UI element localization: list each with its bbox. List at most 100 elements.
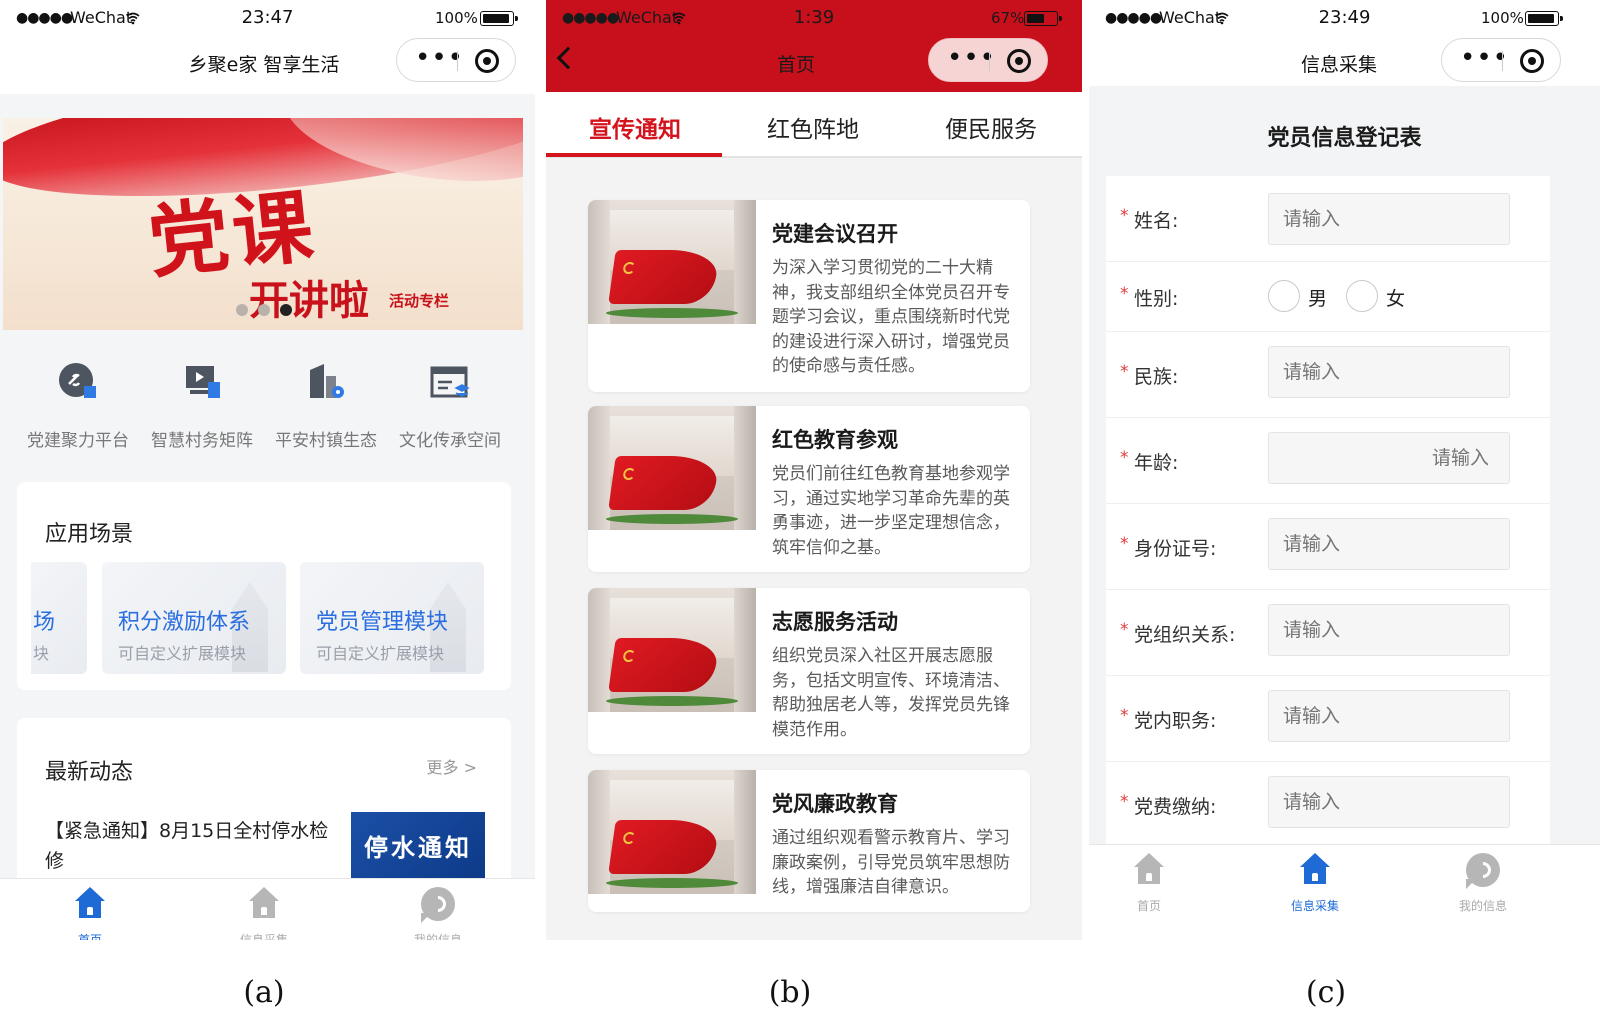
tab-info-collect[interactable]: 信息采集 bbox=[1255, 853, 1375, 914]
form-row-party-org: * 党组织关系: bbox=[1106, 590, 1550, 676]
quick-link-party-platform[interactable]: 党建聚力平台 bbox=[16, 360, 140, 451]
battery-icon bbox=[1525, 11, 1563, 26]
required-mark: * bbox=[1120, 534, 1129, 554]
scene-title: 积分激励体系 bbox=[118, 610, 251, 635]
mini-program-capsule: ••• bbox=[396, 38, 516, 82]
scene-card-points[interactable]: 积分激励体系 可自定义扩展模块 bbox=[102, 562, 286, 674]
building-gear-icon bbox=[310, 364, 344, 398]
scene-title: 党员管理模块 bbox=[316, 610, 449, 635]
carousel-dot[interactable] bbox=[236, 304, 248, 316]
caption-a: (a) bbox=[243, 975, 285, 1010]
tab-my-info[interactable]: 我的信息 bbox=[378, 887, 498, 940]
news-card-title: 志愿服务活动 bbox=[772, 610, 898, 634]
gender-radio-female[interactable] bbox=[1346, 280, 1378, 312]
tab-home[interactable]: 首页 bbox=[1089, 853, 1209, 914]
news-card-text: 党员们前往红色教育基地参观学习，通过实地学习革命先辈的英勇事迹，进一步坚定理想信… bbox=[772, 464, 1010, 558]
news-card-text: 通过组织观看警示教育片、学习廉政案例，引导党员筑牢思想防线，增强廉洁自律意识。 bbox=[772, 828, 1010, 898]
close-target-icon[interactable] bbox=[1007, 49, 1031, 73]
age-input[interactable] bbox=[1268, 432, 1510, 484]
news-thumbnail[interactable]: 停水通知 bbox=[351, 812, 485, 884]
scene-title: 场 bbox=[33, 610, 56, 635]
tab-label: 我的信息 bbox=[413, 933, 462, 940]
required-mark: * bbox=[1120, 706, 1129, 726]
close-target-icon[interactable] bbox=[1520, 49, 1544, 73]
name-input[interactable] bbox=[1268, 193, 1510, 245]
active-tab-indicator bbox=[546, 153, 722, 157]
banner-subheading: 开讲啦 bbox=[249, 277, 369, 324]
scene-card-members[interactable]: 党员管理模块 可自定义扩展模块 bbox=[300, 562, 484, 674]
field-label: 党组织关系: bbox=[1134, 624, 1236, 646]
link-cube-icon bbox=[59, 363, 96, 398]
required-mark: * bbox=[1120, 284, 1129, 304]
tab-bar: 首页 信息采集 我的信息 bbox=[1089, 844, 1600, 940]
quick-link-label: 平安村镇生态 bbox=[275, 431, 377, 451]
banner-carousel[interactable]: 党课 开讲啦 活动专栏 bbox=[3, 118, 523, 330]
form-row-id-number: * 身份证号: bbox=[1106, 504, 1550, 590]
phone-screen-b: ●●●●● WeChat 1:39 67% 首页 ••• 宣传通知 红色阵地 便… bbox=[546, 0, 1082, 940]
mini-program-capsule: ••• bbox=[928, 38, 1048, 82]
tab-red-base[interactable]: 红色阵地 bbox=[724, 110, 902, 144]
form-row-dues: * 党费缴纳: bbox=[1106, 762, 1550, 844]
ethnicity-input[interactable] bbox=[1268, 346, 1510, 398]
field-label: 党费缴纳: bbox=[1134, 796, 1217, 818]
news-item-text[interactable]: 【紧急通知】8月15日全村停水检修 bbox=[45, 816, 345, 876]
tab-info-collect[interactable]: 信息采集 bbox=[204, 887, 324, 940]
home-icon bbox=[1132, 853, 1166, 887]
field-label: 党内职务: bbox=[1134, 710, 1217, 732]
carousel-dot[interactable] bbox=[258, 304, 270, 316]
mini-program-capsule: ••• bbox=[1441, 38, 1561, 82]
gender-radio-male[interactable] bbox=[1268, 280, 1300, 312]
status-bar: ●●●●● WeChat 23:47 100% bbox=[0, 0, 535, 36]
quick-link-safe-village[interactable]: 平安村镇生态 bbox=[264, 360, 388, 451]
news-card-title: 党建会议召开 bbox=[772, 222, 898, 246]
id-number-input[interactable] bbox=[1268, 518, 1510, 570]
dues-input[interactable] bbox=[1268, 776, 1510, 828]
carousel-dot-active[interactable] bbox=[280, 304, 292, 316]
scene-subtitle: 可自定义扩展模块 bbox=[316, 644, 445, 663]
close-target-icon[interactable] bbox=[475, 49, 499, 73]
quick-link-village-affairs[interactable]: 智慧村务矩阵 bbox=[140, 360, 264, 451]
required-mark: * bbox=[1120, 448, 1129, 468]
field-label: 性别: bbox=[1134, 288, 1179, 310]
tab-label: 首页 bbox=[1136, 899, 1161, 913]
content-tabs: 宣传通知 红色阵地 便民服务 bbox=[546, 92, 1082, 158]
news-card-title: 红色教育参观 bbox=[772, 428, 898, 452]
radio-label: 女 bbox=[1386, 288, 1406, 310]
quick-link-culture-space[interactable]: 文化传承空间 bbox=[388, 360, 512, 451]
banner-tag: 活动专栏 bbox=[389, 292, 450, 310]
form-row-party-post: * 党内职务: bbox=[1106, 676, 1550, 762]
battery-percent: 67% bbox=[991, 9, 1025, 27]
scenes-card: 应用场景 场 块 积分激励体系 可自定义扩展模块 党员管理模块 可自定义扩展模块 bbox=[17, 482, 511, 690]
phone-screen-c: ●●●●● WeChat 23:49 100% 信息采集 ••• 党员信息登记表… bbox=[1089, 0, 1600, 940]
field-label: 姓名: bbox=[1134, 210, 1179, 232]
news-card-title: 党风廉政教育 bbox=[772, 792, 898, 816]
tab-notices[interactable]: 宣传通知 bbox=[546, 110, 724, 144]
news-image bbox=[588, 588, 756, 712]
news-more-link[interactable]: 更多 > bbox=[427, 754, 478, 778]
news-card-text: 为深入学习贯彻党的二十大精神，我支部组织全体党员召开专题学习会议，重点围绕新时代… bbox=[772, 258, 1010, 377]
news-card[interactable]: 党建会议召开 为深入学习贯彻党的二十大精神，我支部组织全体党员召开专题学习会议，… bbox=[588, 200, 1030, 392]
tab-home[interactable]: 首页 bbox=[30, 887, 150, 940]
party-post-input[interactable] bbox=[1268, 690, 1510, 742]
news-card[interactable]: 党风廉政教育 通过组织观看警示教育片、学习廉政案例，引导党员筑牢思想防线，增强廉… bbox=[588, 770, 1030, 912]
required-mark: * bbox=[1120, 792, 1129, 812]
news-title: 最新动态 bbox=[45, 760, 134, 785]
news-card[interactable]: 志愿服务活动 组织党员深入社区开展志愿服务，包括文明宣传、环境清洁、帮助独居老人… bbox=[588, 588, 1030, 754]
required-mark: * bbox=[1120, 206, 1129, 226]
news-card[interactable]: 红色教育参观 党员们前往红色教育基地参观学习，通过实地学习革命先辈的英勇事迹，进… bbox=[588, 406, 1030, 572]
form-row-name: * 姓名: bbox=[1106, 176, 1550, 262]
news-image bbox=[588, 406, 756, 530]
top-bar: ●●●●● WeChat 23:49 100% 信息采集 ••• bbox=[1089, 0, 1600, 86]
home-icon bbox=[73, 887, 107, 921]
tab-my-info[interactable]: 我的信息 bbox=[1423, 853, 1543, 914]
field-label: 身份证号: bbox=[1134, 538, 1217, 560]
battery-icon bbox=[480, 11, 518, 26]
scene-card-partial[interactable]: 场 块 bbox=[31, 562, 87, 674]
quick-link-label: 文化传承空间 bbox=[399, 431, 501, 451]
chat-icon bbox=[421, 887, 455, 923]
registration-form: * 姓名: * 性别: 男 女 * 民族: * 年龄: * 身份证号: bbox=[1106, 176, 1550, 844]
party-org-input[interactable] bbox=[1268, 604, 1510, 656]
tab-services[interactable]: 便民服务 bbox=[902, 110, 1080, 144]
screen-doc-icon bbox=[186, 366, 220, 398]
scene-subtitle: 可自定义扩展模块 bbox=[118, 644, 247, 663]
